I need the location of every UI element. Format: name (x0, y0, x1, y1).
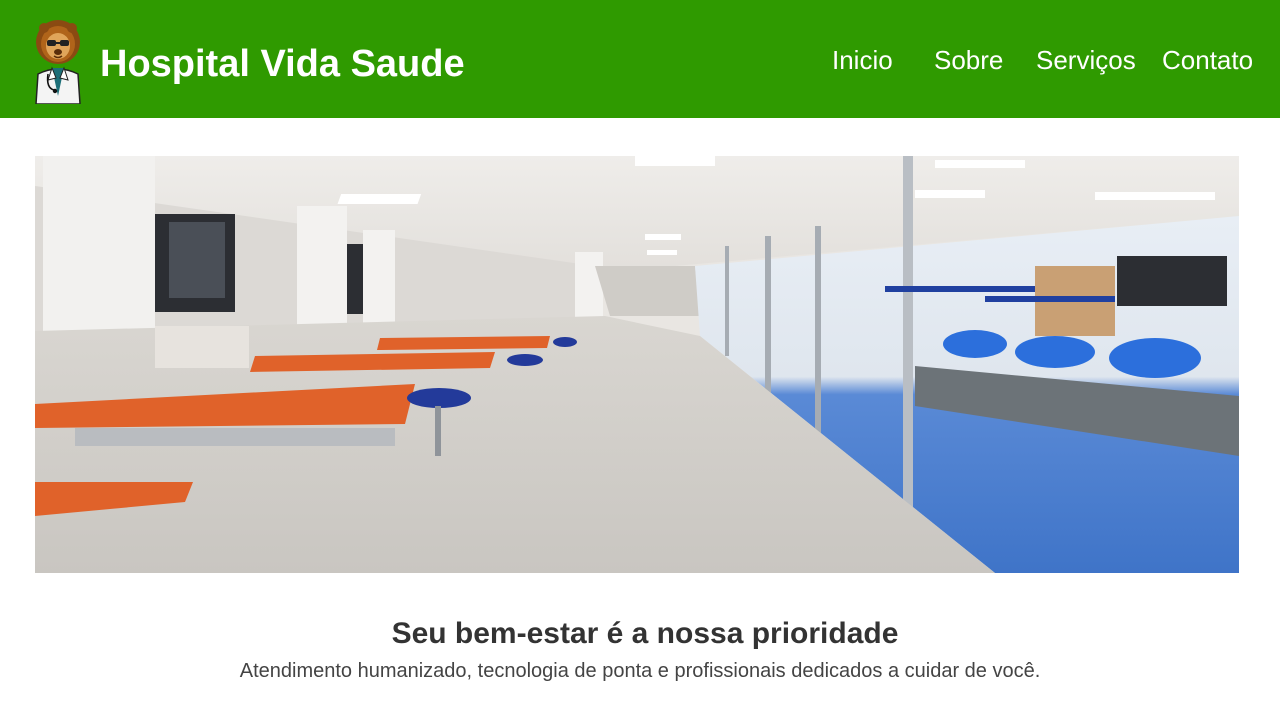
hero-image (35, 156, 1239, 573)
nav-link-servicos[interactable]: Serviços (1036, 44, 1136, 76)
nav-link-contato[interactable]: Contato (1162, 44, 1253, 76)
site-title[interactable]: Hospital Vida Saude (100, 42, 465, 86)
intro-headline: Seu bem-estar é a nossa prioridade (391, 617, 899, 650)
intro-subline: Atendimento humanizado, tecnologia de po… (239, 660, 1041, 682)
site-header: Hospital Vida Saude Inicio Sobre Serviço… (0, 0, 1280, 118)
hospital-hallway-photo-icon (35, 156, 1239, 573)
nav-link-inicio[interactable]: Inicio (832, 44, 893, 76)
intro-section: Seu bem-estar é a nossa prioridade Atend… (0, 612, 1280, 686)
nav-link-sobre[interactable]: Sobre (934, 44, 1003, 76)
brand[interactable] (26, 18, 90, 104)
lion-doctor-logo-icon[interactable] (26, 18, 90, 104)
